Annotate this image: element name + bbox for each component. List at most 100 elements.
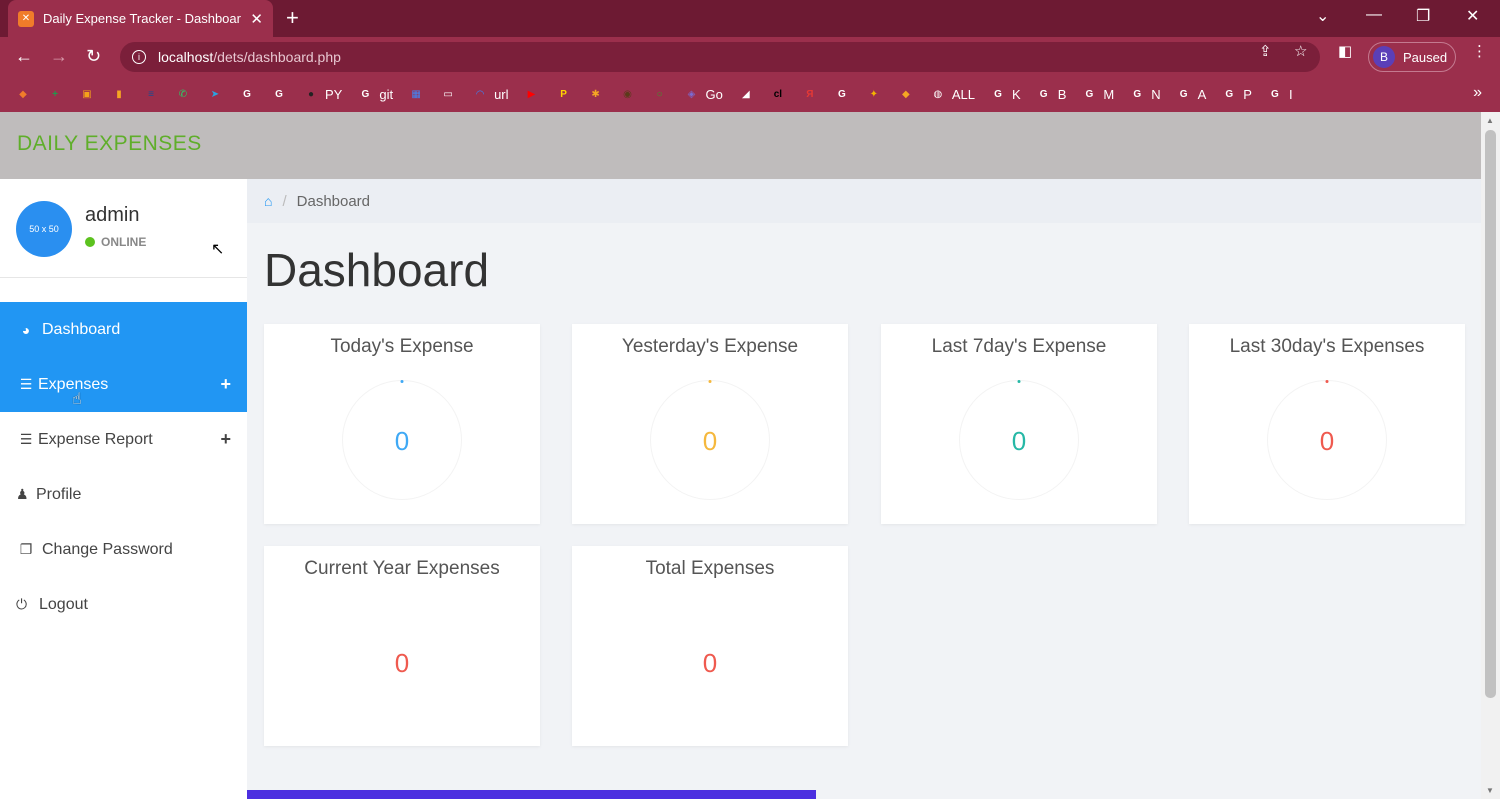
more-bookmarks-icon[interactable]: » [1473,84,1482,102]
bookmark-favicon-icon: ◍ [933,88,943,100]
bookmark-item[interactable]: G [270,85,288,103]
bookmark-item[interactable]: ▶ [523,85,541,103]
bookmark-item[interactable]: ✱ [587,85,605,103]
browser-toolbar: ← → ↻ i localhost /dets/dashboard.php ⇪ … [0,37,1500,76]
sidebar-item-expenses[interactable]: ☰ Expenses + [0,357,247,412]
bookmark-label: Go [705,86,723,102]
bookmark-favicon-icon: ▭ [443,88,453,100]
bookmark-item[interactable]: Ggit [356,85,393,103]
bookmark-item[interactable]: ◠ url [471,85,508,103]
bookmark-favicon-icon: ✆ [178,88,188,100]
browser-tab[interactable]: ✕ Daily Expense Tracker - Dashboar ✕ [8,0,273,37]
expand-plus-icon[interactable]: + [220,374,231,395]
bookmark-item[interactable]: ≡ [142,85,160,103]
bookmark-favicon-icon: ◉ [623,88,632,100]
bookmark-favicon-icon: G [275,88,283,100]
back-icon[interactable]: ← [15,46,33,67]
new-tab-button[interactable]: + [286,6,299,30]
bookmark-item[interactable]: P [555,85,573,103]
bookmark-item[interactable]: cl [769,85,787,103]
brand-logo[interactable]: DAILY EXPENSES [17,132,202,156]
close-tab-icon[interactable]: ✕ [250,10,263,28]
bookmark-label: A [1197,86,1207,102]
user-icon: ♟ [16,486,29,502]
bookmark-favicon-icon: ○ [656,88,663,100]
bookmark-item[interactable]: GA [1175,85,1207,103]
bookmark-item[interactable]: ✆ [174,85,192,103]
bookmark-favicon-icon: ◆ [19,88,27,100]
sidebar-item-dashboard[interactable]: ◕ Dashboard [0,302,247,357]
bookmark-item[interactable]: GK [989,85,1021,103]
bookmark-label: PY [325,86,343,102]
bookmark-item[interactable]: ▣ [78,85,96,103]
bookmark-item[interactable]: Я [801,85,819,103]
stat-card-value: 0 [1011,426,1027,456]
bookmark-item[interactable]: G [833,85,851,103]
user-status-label: ONLINE [101,235,147,249]
bookmark-item[interactable]: ◉ [619,85,637,103]
sidebar-item-change-password[interactable]: ❐ Change Password [0,522,247,577]
bookmark-item[interactable]: GN [1128,85,1160,103]
profile-button[interactable]: B Paused [1368,42,1456,72]
scroll-down-icon[interactable]: ▼ [1486,786,1494,795]
restore-icon[interactable]: ❐ [1416,6,1430,26]
bookmark-item[interactable]: + [46,85,64,103]
sidebar-item-expense-report[interactable]: ☰ Expense Report + [0,412,247,467]
minimize-icon[interactable]: — [1366,6,1382,24]
expand-plus-icon[interactable]: + [220,429,231,450]
stat-card: Current Year Expenses 0 [264,546,540,746]
bookmark-item[interactable]: ➤ [206,85,224,103]
bookmark-item[interactable]: GP [1220,85,1252,103]
window-close-icon[interactable]: ✕ [1466,6,1479,26]
user-panel: 50 x 50 admin ONLINE [0,179,247,278]
side-panel-icon[interactable]: ◧ [1338,42,1352,60]
bookmark-item[interactable]: ▮ [110,85,128,103]
tab-search-icon[interactable]: ⌄ [1316,6,1329,26]
url-host: localhost [158,49,214,65]
bookmark-item[interactable]: ✦ [865,85,883,103]
address-bar[interactable]: i localhost /dets/dashboard.php [120,42,1320,72]
sidebar-item-profile[interactable]: ♟ Profile [0,467,247,522]
bookmark-item[interactable]: ● PY [302,85,342,103]
bookmark-item[interactable]: ▦ [407,85,425,103]
bookmark-favicon-icon: G [243,88,251,100]
bookmark-favicon-icon: ◈ [687,88,696,100]
bookmark-favicon-icon: ▮ [116,88,122,100]
bottom-banner [247,790,816,799]
home-icon[interactable]: ⌂ [264,193,272,209]
bookmark-favicon-icon: ≡ [148,88,154,100]
bookmark-favicon-icon: ◆ [902,88,910,100]
bookmark-item[interactable]: ▭ [439,85,457,103]
bookmark-item[interactable]: ◍ ALL [929,85,976,103]
bookmark-item[interactable]: ◢ [737,85,755,103]
power-icon: ⏻ [16,596,28,612]
site-info-icon[interactable]: i [132,50,146,64]
forward-icon[interactable]: → [50,46,68,67]
bookmark-item[interactable]: ◈ Go [683,85,723,103]
browser-menu-icon[interactable]: ⋮ [1472,42,1487,60]
bookmark-favicon-icon: ➤ [210,88,220,100]
bookmark-item[interactable]: GB [1035,85,1067,103]
app-header: DAILY EXPENSES [0,112,1481,179]
mouse-pointer-icon: ↖ [211,241,225,258]
scroll-up-icon[interactable]: ▲ [1486,116,1494,125]
bookmark-favicon-icon: Я [806,88,814,100]
user-status: ONLINE [85,235,146,249]
scrollbar-thumb[interactable] [1485,130,1496,698]
bookmark-item[interactable]: ◆ [897,85,915,103]
bookmark-favicon-icon: G [1039,88,1048,100]
bookmark-item[interactable]: GI [1266,85,1293,103]
bookmark-item[interactable]: ○ [651,85,669,103]
bookmark-item[interactable]: G [238,85,256,103]
stat-card: Today's Expense 0 [264,324,540,524]
share-icon[interactable]: ⇪ [1259,42,1272,60]
bookmark-item[interactable]: ◆ [14,85,32,103]
stat-card-value: 0 [394,648,410,678]
page-scrollbar[interactable]: ▲ ▼ [1481,112,1500,799]
sidebar-item-logout[interactable]: ⏻ Logout [0,577,247,632]
reload-icon[interactable]: ↻ [86,46,101,67]
bookmark-item[interactable]: GM [1080,85,1114,103]
stat-card-title: Today's Expense [330,336,474,357]
sidebar-item-label: Dashboard [42,320,121,338]
bookmark-star-icon[interactable]: ☆ [1294,42,1307,60]
